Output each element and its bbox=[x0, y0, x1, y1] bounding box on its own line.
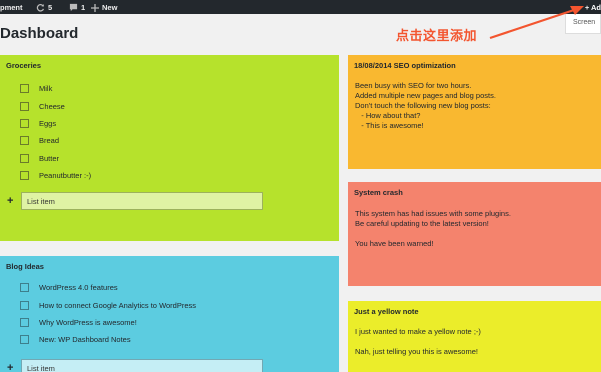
note-title[interactable]: Groceries bbox=[6, 61, 41, 70]
list-item-label[interactable]: Butter bbox=[39, 154, 59, 163]
note-body[interactable]: Been busy with SEO for two hours. Added … bbox=[355, 81, 496, 131]
list-item-label[interactable]: Milk bbox=[39, 84, 52, 93]
new-label: New bbox=[102, 3, 118, 12]
comments-count: 1 bbox=[81, 3, 86, 12]
list-item: Milk bbox=[20, 80, 91, 97]
admin-bar-site-name[interactable]: pment bbox=[0, 3, 23, 12]
list-item: Bread bbox=[20, 132, 91, 149]
list-item-label[interactable]: WordPress 4.0 features bbox=[39, 283, 118, 292]
list-item: Why WordPress is awesome! bbox=[20, 314, 196, 331]
checkbox[interactable] bbox=[20, 171, 29, 181]
list-item: WordPress 4.0 features bbox=[20, 279, 196, 296]
list-item-label[interactable]: New: WP Dashboard Notes bbox=[39, 335, 131, 344]
updates-count: 5 bbox=[48, 3, 53, 12]
checkbox[interactable] bbox=[20, 84, 29, 94]
checkbox[interactable] bbox=[20, 300, 29, 310]
list-item-input[interactable] bbox=[21, 192, 263, 210]
note-body[interactable]: I just wanted to make a yellow note ;-) … bbox=[355, 327, 481, 357]
list-item-label[interactable]: Cheese bbox=[39, 102, 65, 111]
checkbox[interactable] bbox=[20, 136, 29, 146]
note-title[interactable]: 18/08/2014 SEO optimization bbox=[354, 61, 456, 70]
annotation-arrow-icon bbox=[489, 6, 584, 40]
list-item: New: WP Dashboard Notes bbox=[20, 331, 196, 348]
annotation-text: 点击这里添加 bbox=[396, 29, 478, 44]
list-item: Eggs bbox=[20, 115, 91, 132]
page-title: Dashboard bbox=[0, 25, 79, 42]
checkbox[interactable] bbox=[20, 283, 29, 293]
list-item: Peanutbutter :-) bbox=[20, 167, 91, 184]
add-item-row: + bbox=[7, 359, 263, 372]
plus-icon[interactable]: + bbox=[7, 362, 21, 372]
checklist: WordPress 4.0 features How to connect Go… bbox=[20, 279, 196, 349]
admin-bar-new[interactable]: New bbox=[91, 3, 117, 12]
checkbox[interactable] bbox=[20, 317, 29, 327]
note-title[interactable]: System crash bbox=[354, 188, 403, 197]
list-item-label[interactable]: Why WordPress is awesome! bbox=[39, 318, 137, 327]
list-item: How to connect Google Analytics to WordP… bbox=[20, 296, 196, 313]
add-item-row: + bbox=[7, 192, 263, 210]
list-item-label[interactable]: Eggs bbox=[39, 119, 56, 128]
admin-bar-updates[interactable]: 5 bbox=[36, 3, 52, 12]
list-item-input[interactable] bbox=[21, 359, 263, 372]
checkbox[interactable] bbox=[20, 153, 29, 163]
checkbox[interactable] bbox=[20, 101, 29, 111]
admin-bar-comments[interactable]: 1 bbox=[69, 3, 85, 12]
note-groceries: Groceries Milk Cheese Eggs Bread Butter … bbox=[0, 55, 339, 241]
checkbox[interactable] bbox=[20, 118, 29, 128]
comment-icon bbox=[69, 3, 78, 12]
plus-icon bbox=[91, 3, 99, 12]
list-item-label[interactable]: How to connect Google Analytics to WordP… bbox=[39, 301, 196, 310]
note-title[interactable]: Just a yellow note bbox=[354, 307, 419, 316]
plus-icon[interactable]: + bbox=[7, 195, 21, 207]
checkbox[interactable] bbox=[20, 335, 29, 345]
note-seo-optimization: 18/08/2014 SEO optimization Been busy wi… bbox=[348, 55, 601, 169]
list-item: Cheese bbox=[20, 97, 91, 114]
list-item-label[interactable]: Peanutbutter :-) bbox=[39, 171, 91, 180]
note-title[interactable]: Blog Ideas bbox=[6, 262, 44, 271]
checklist: Milk Cheese Eggs Bread Butter Peanutbutt… bbox=[20, 80, 91, 184]
note-body[interactable]: This system has had issues with some plu… bbox=[355, 209, 511, 249]
refresh-icon bbox=[36, 4, 45, 12]
note-system-crash: System crash This system has had issues … bbox=[348, 182, 601, 286]
note-yellow: Just a yellow note I just wanted to make… bbox=[348, 301, 601, 372]
list-item-label[interactable]: Bread bbox=[39, 136, 59, 145]
note-blog-ideas: Blog Ideas WordPress 4.0 features How to… bbox=[0, 256, 339, 372]
list-item: Butter bbox=[20, 150, 91, 167]
